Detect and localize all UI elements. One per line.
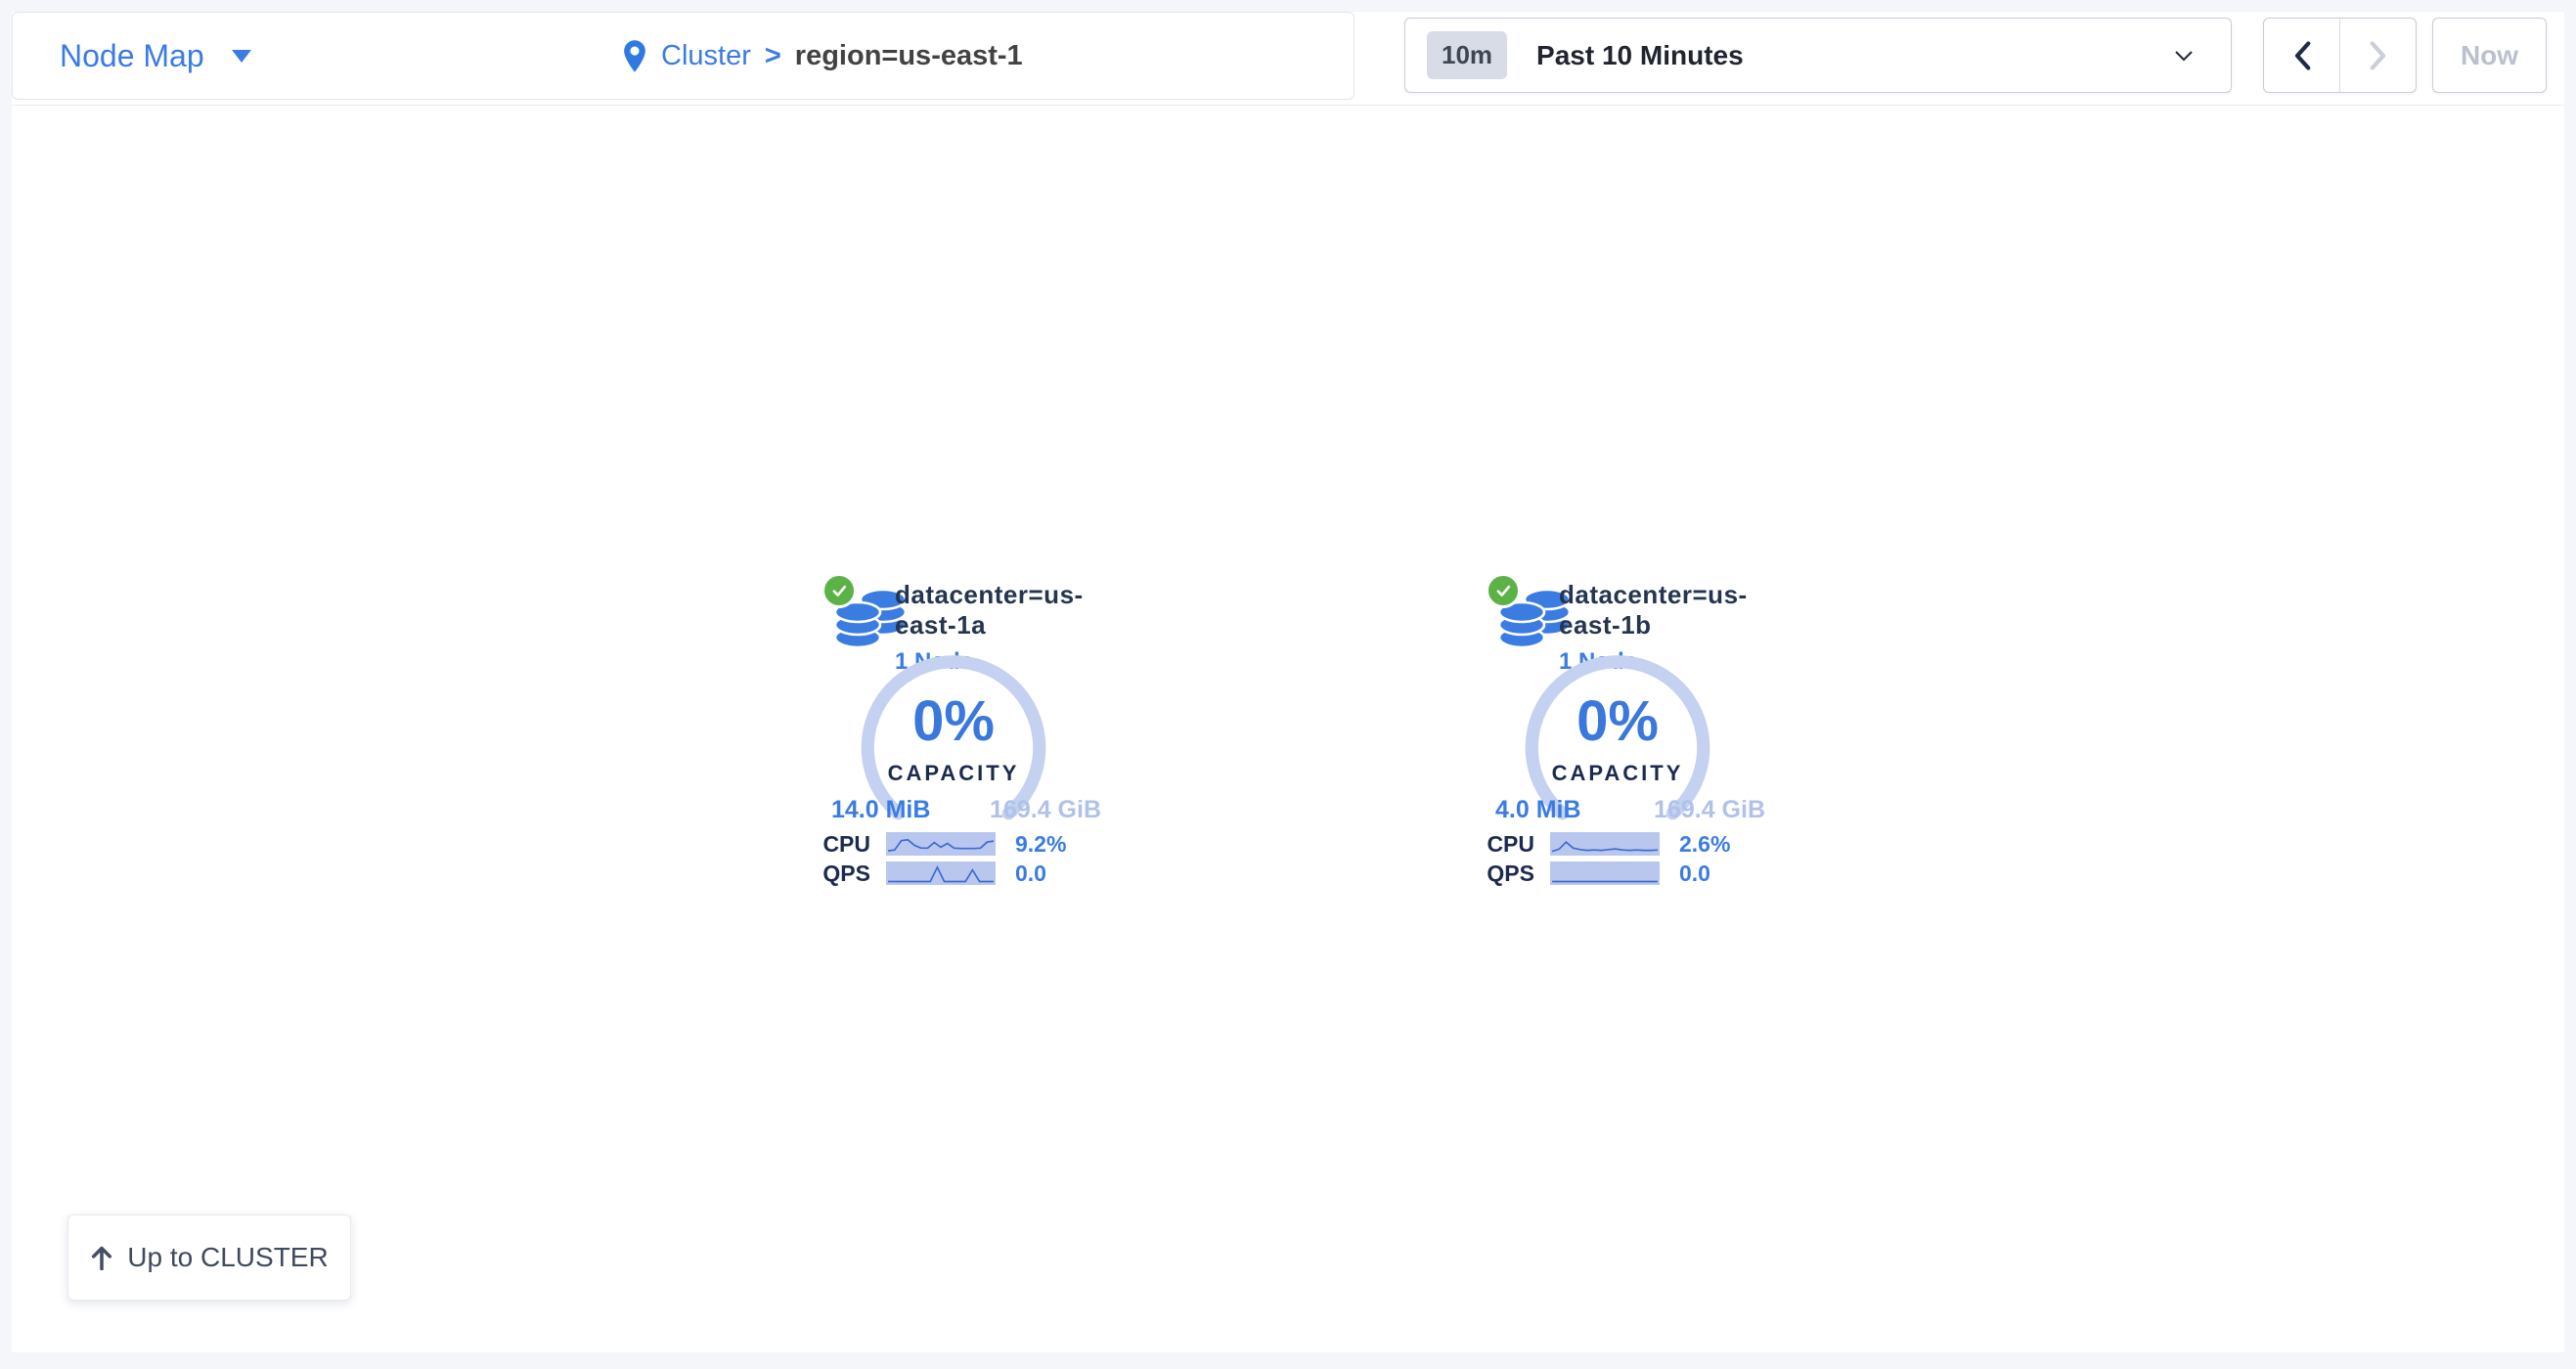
- qps-value: 0.0: [1679, 861, 1710, 887]
- datacenter-header: datacenter=us-east-1b 1 Node: [1476, 572, 1779, 650]
- view-selector-dropdown[interactable]: Node Map: [60, 13, 251, 99]
- datacenter-title: datacenter=us-east-1b: [1559, 580, 1779, 640]
- arrow-up-icon: [90, 1245, 113, 1270]
- node-map-page: Node Map Cluster > region=us-east-1 10m …: [0, 0, 2576, 1369]
- cpu-label: CPU: [1476, 831, 1550, 858]
- capacity-total: 169.4 GiB: [1654, 796, 1765, 824]
- breadcrumb-separator: >: [765, 40, 781, 72]
- datacenter-widget[interactable]: datacenter=us-east-1a 1 Node 0% CAPACITY…: [812, 572, 1115, 890]
- cpu-value: 2.6%: [1679, 831, 1730, 858]
- cpu-metric-row: CPU 9.2%: [812, 831, 1115, 857]
- time-prev-button[interactable]: [2264, 19, 2340, 92]
- node-map-canvas: datacenter=us-east-1a 1 Node 0% CAPACITY…: [12, 106, 2564, 1352]
- qps-metric-row: QPS 0.0: [812, 861, 1115, 886]
- breadcrumb-cluster-link[interactable]: Cluster: [661, 40, 751, 72]
- header-bar: Node Map Cluster > region=us-east-1 10m …: [12, 12, 2564, 106]
- capacity-used: 14.0 MiB: [831, 796, 930, 824]
- check-circle-icon: [822, 573, 857, 608]
- datacenter-header: datacenter=us-east-1a 1 Node: [812, 572, 1115, 650]
- datacenter-title: datacenter=us-east-1a: [895, 580, 1115, 640]
- qps-sparkline: [1550, 861, 1660, 885]
- view-selector-label: Node Map: [60, 38, 204, 74]
- up-to-cluster-label: Up to CLUSTER: [127, 1242, 328, 1273]
- qps-sparkline: [886, 861, 996, 885]
- qps-metric-row: QPS 0.0: [1476, 861, 1779, 886]
- breadcrumb: Cluster > region=us-east-1: [622, 13, 1023, 99]
- cpu-sparkline: [1550, 832, 1660, 856]
- header-card: Node Map Cluster > region=us-east-1: [12, 12, 1355, 100]
- datacenter-widget[interactable]: datacenter=us-east-1b 1 Node 0% CAPACITY…: [1476, 572, 1779, 890]
- cpu-label: CPU: [812, 831, 886, 858]
- up-to-cluster-button[interactable]: Up to CLUSTER: [67, 1214, 351, 1301]
- qps-value: 0.0: [1015, 861, 1046, 887]
- capacity-label: CAPACITY: [1510, 761, 1725, 786]
- time-range-dropdown[interactable]: 10m Past 10 Minutes: [1404, 18, 2232, 93]
- now-button[interactable]: Now: [2432, 18, 2547, 93]
- time-next-button[interactable]: [2340, 19, 2416, 92]
- capacity-range: 14.0 MiB 169.4 GiB: [831, 796, 1101, 824]
- time-range-label: Past 10 Minutes: [1536, 40, 1744, 71]
- qps-label: QPS: [812, 861, 886, 887]
- chevron-left-icon: [2291, 41, 2313, 70]
- chevron-down-icon: [2174, 50, 2194, 62]
- capacity-total: 169.4 GiB: [990, 796, 1101, 824]
- time-nav-buttons: [2263, 18, 2417, 93]
- map-pin-icon: [622, 39, 647, 73]
- cpu-sparkline: [886, 832, 996, 856]
- qps-label: QPS: [1476, 861, 1550, 887]
- cpu-metric-row: CPU 2.6%: [1476, 831, 1779, 857]
- check-circle-icon: [1486, 573, 1521, 608]
- chevron-right-icon: [2368, 41, 2389, 70]
- breadcrumb-current: region=us-east-1: [795, 40, 1023, 72]
- capacity-percentage: 0%: [1510, 693, 1725, 750]
- capacity-range: 4.0 MiB 169.4 GiB: [1495, 796, 1765, 824]
- capacity-label: CAPACITY: [846, 761, 1061, 786]
- caret-down-icon: [232, 50, 251, 63]
- capacity-percentage: 0%: [846, 693, 1061, 750]
- cpu-value: 9.2%: [1015, 831, 1066, 858]
- capacity-used: 4.0 MiB: [1495, 796, 1581, 824]
- time-range-badge: 10m: [1427, 31, 1507, 79]
